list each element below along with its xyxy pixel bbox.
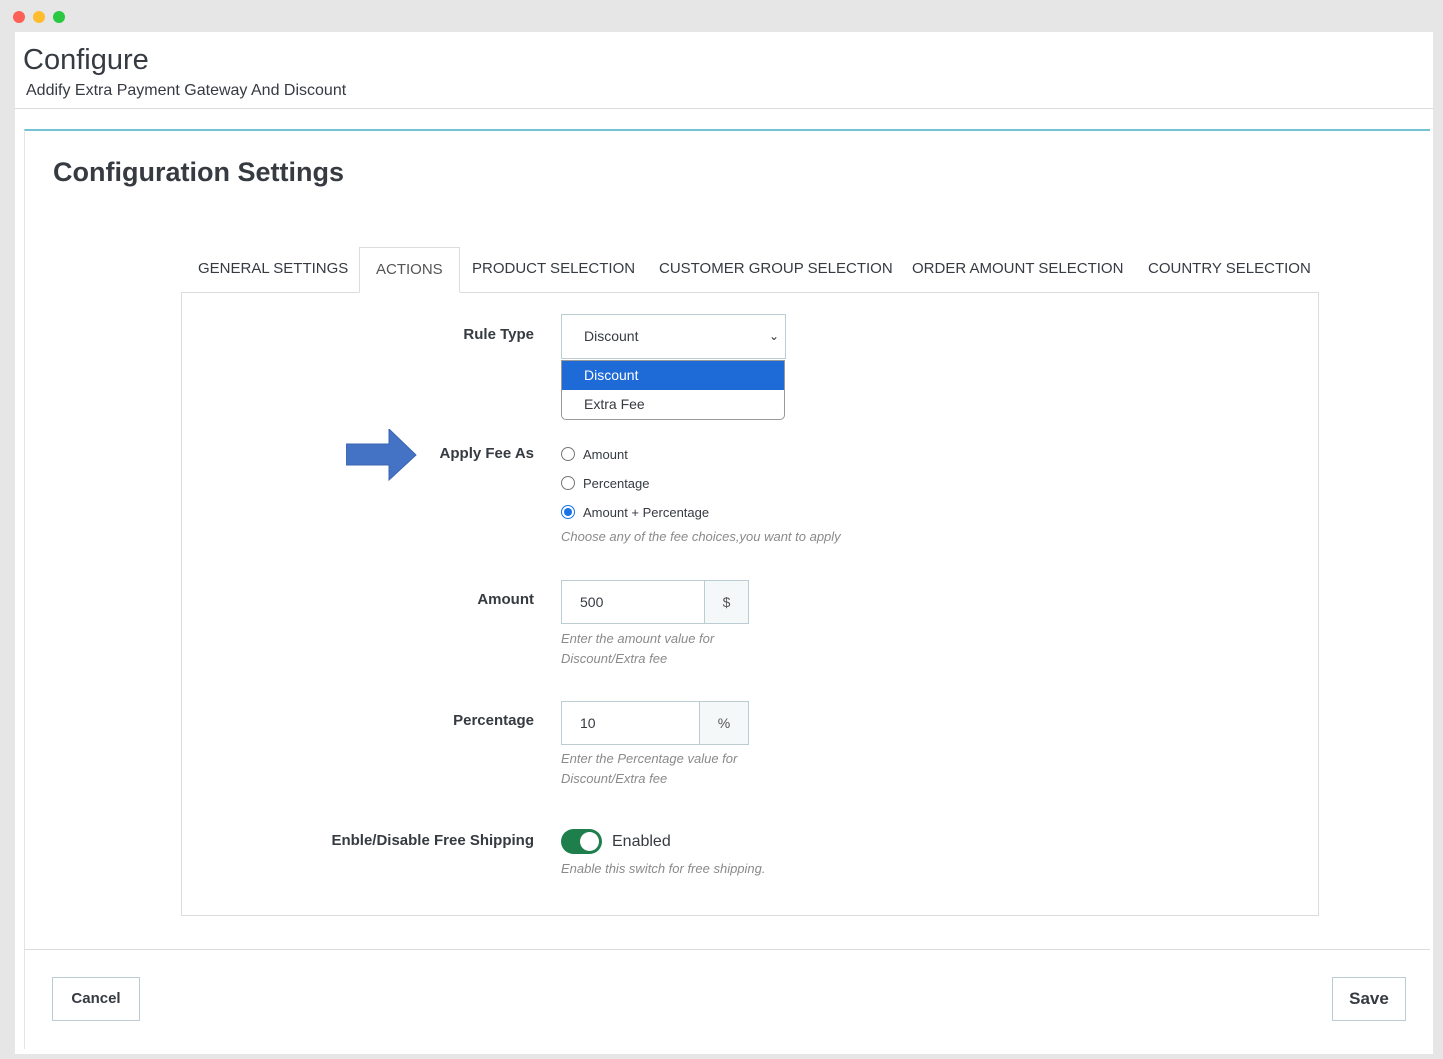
percentage-input-group: 10 % bbox=[561, 701, 749, 745]
rule-type-select[interactable]: Discount ⌄ bbox=[561, 314, 786, 359]
percentage-label: Percentage bbox=[453, 712, 534, 729]
percent-addon: % bbox=[700, 702, 748, 744]
tab-product-selection[interactable]: PRODUCT SELECTION bbox=[472, 247, 635, 293]
rule-type-dropdown: Discount Extra Fee bbox=[561, 360, 785, 420]
percentage-input[interactable]: 10 bbox=[562, 702, 700, 744]
percentage-help-line-2: Discount/Extra fee bbox=[561, 771, 668, 786]
radio-percentage-label: Percentage bbox=[583, 475, 650, 491]
amount-input-group: 500 $ bbox=[561, 580, 749, 624]
radio-button[interactable] bbox=[561, 476, 575, 490]
radio-amount-plus-percentage[interactable]: Amount + Percentage bbox=[561, 502, 709, 522]
amount-label: Amount bbox=[477, 591, 534, 608]
configuration-panel: Configuration Settings GENERAL SETTINGS … bbox=[24, 129, 1430, 1049]
tab-actions[interactable]: ACTIONS bbox=[359, 247, 460, 293]
free-shipping-state: Enabled bbox=[612, 833, 671, 850]
percentage-help-line-1: Enter the Percentage value for bbox=[561, 751, 738, 766]
apply-fee-help-text: Choose any of the fee choices,you want t… bbox=[561, 529, 841, 544]
page-title: Configure bbox=[23, 44, 149, 76]
footer-divider bbox=[24, 949, 1430, 950]
radio-amount[interactable]: Amount bbox=[561, 444, 628, 464]
radio-amount-plus-percentage-label: Amount + Percentage bbox=[583, 504, 710, 520]
page-subtitle: Addify Extra Payment Gateway And Discoun… bbox=[26, 82, 347, 99]
radio-amount-label: Amount bbox=[583, 446, 628, 462]
arrow-pointer-icon bbox=[346, 429, 417, 481]
save-button[interactable]: Save bbox=[1332, 977, 1406, 1021]
amount-help-line-1: Enter the amount value for bbox=[561, 631, 715, 646]
toggle-knob bbox=[580, 832, 599, 851]
free-shipping-help-text: Enable this switch for free shipping. bbox=[561, 861, 766, 876]
minimize-window-icon[interactable] bbox=[33, 11, 45, 23]
window-titlebar bbox=[0, 0, 1443, 32]
rule-type-option-discount[interactable]: Discount bbox=[562, 361, 784, 390]
chevron-down-icon: ⌄ bbox=[768, 329, 779, 343]
amount-input[interactable]: 500 bbox=[562, 581, 705, 623]
page-header: Configure Addify Extra Payment Gateway A… bbox=[15, 32, 1433, 109]
app-window: Configure Addify Extra Payment Gateway A… bbox=[15, 32, 1433, 1054]
panel-title: Configuration Settings bbox=[53, 157, 344, 187]
apply-fee-as-label: Apply Fee As bbox=[439, 445, 534, 462]
actions-tab-content: Rule Type Discount ⌄ Discount Extra Fee … bbox=[181, 292, 1319, 916]
radio-button[interactable] bbox=[561, 447, 575, 461]
amount-help-text: Enter the amount value for Discount/Extr… bbox=[561, 629, 714, 669]
rule-type-label: Rule Type bbox=[463, 326, 534, 343]
radio-button-checked[interactable] bbox=[561, 505, 575, 519]
currency-addon: $ bbox=[705, 581, 748, 623]
tab-order-amount-selection[interactable]: ORDER AMOUNT SELECTION bbox=[912, 247, 1123, 293]
rule-type-option-extra-fee[interactable]: Extra Fee bbox=[562, 390, 784, 419]
free-shipping-toggle[interactable] bbox=[561, 829, 602, 854]
maximize-window-icon[interactable] bbox=[53, 11, 65, 23]
cancel-button[interactable]: Cancel bbox=[52, 977, 140, 1021]
percentage-help-text: Enter the Percentage value for Discount/… bbox=[561, 749, 737, 789]
radio-percentage[interactable]: Percentage bbox=[561, 473, 650, 493]
amount-help-line-2: Discount/Extra fee bbox=[561, 651, 668, 666]
close-window-icon[interactable] bbox=[13, 11, 25, 23]
rule-type-selected-value: Discount bbox=[584, 328, 639, 344]
tab-general-settings[interactable]: GENERAL SETTINGS bbox=[198, 247, 348, 293]
tab-country-selection[interactable]: COUNTRY SELECTION bbox=[1148, 247, 1311, 293]
free-shipping-label: Enble/Disable Free Shipping bbox=[331, 832, 534, 849]
tab-customer-group-selection[interactable]: CUSTOMER GROUP SELECTION bbox=[659, 247, 893, 293]
